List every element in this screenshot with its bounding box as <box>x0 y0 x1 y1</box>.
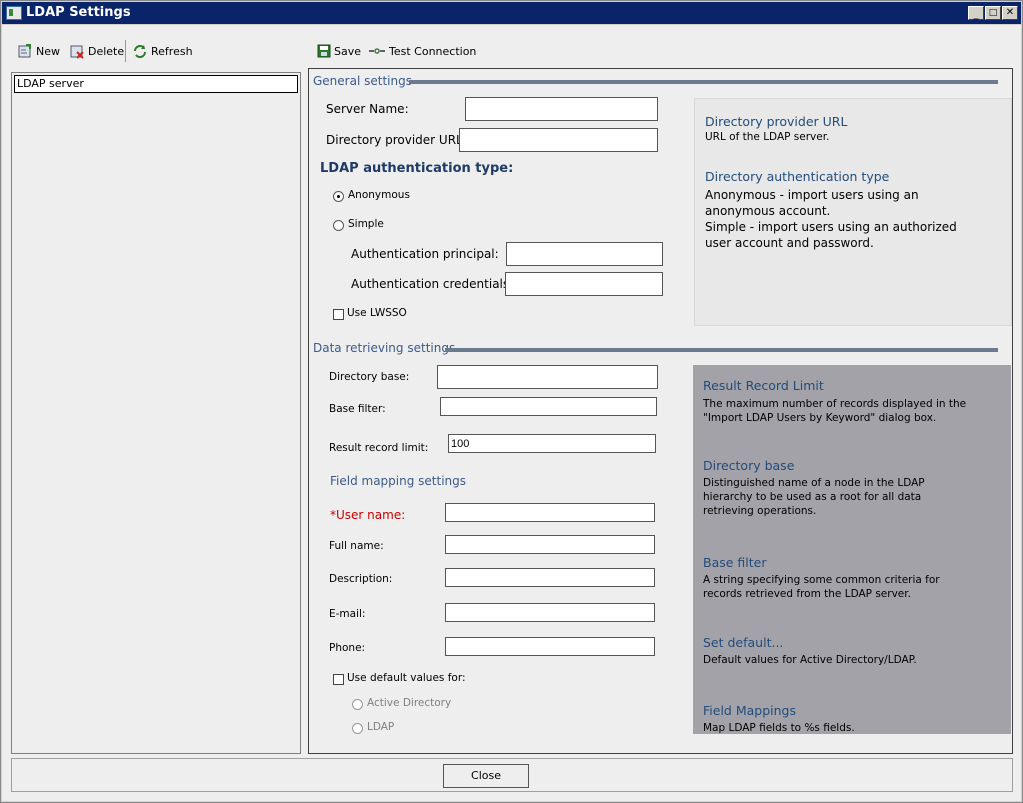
help-filter-title: Base filter <box>703 555 767 570</box>
delete-button-label: Delete <box>88 44 125 58</box>
user-name-input[interactable] <box>445 503 655 522</box>
connection-icon <box>369 48 385 54</box>
test-connection-label: Test Connection <box>389 44 477 58</box>
settings-toolbar: Save Test Connection <box>309 35 1013 67</box>
anonymous-label: Anonymous <box>348 189 410 201</box>
refresh-icon <box>134 45 146 58</box>
help-base-text: Distinguished name of a node in the LDAP… <box>703 477 925 517</box>
use-defaults-checkbox[interactable] <box>333 674 344 685</box>
save-icon <box>317 44 331 58</box>
active-directory-radio[interactable] <box>352 699 363 710</box>
phone-label: Phone: <box>329 642 366 654</box>
help-default-title: Set default... <box>703 635 784 650</box>
ldap-label: LDAP <box>367 721 395 733</box>
dialog-footer: Close <box>11 758 1013 792</box>
dialog-content: New Delete Refresh Save Test Connection <box>2 25 1021 801</box>
toolbar-separator <box>125 40 126 62</box>
minimize-button[interactable]: _ <box>968 6 984 20</box>
record-limit-input[interactable] <box>448 434 656 453</box>
section-divider <box>445 348 998 352</box>
user-name-label: *User name: <box>330 508 406 522</box>
server-name-input[interactable] <box>465 97 658 121</box>
auth-principal-label: Authentication principal: <box>351 247 499 261</box>
help-limit-title: Result Record Limit <box>703 378 824 393</box>
email-input[interactable] <box>445 603 655 622</box>
base-filter-input[interactable] <box>440 397 657 416</box>
settings-panel: General settings Server Name: Directory … <box>308 68 1013 754</box>
provider-url-input[interactable] <box>459 128 658 152</box>
active-directory-label: Active Directory <box>367 697 452 709</box>
use-lwsso-checkbox[interactable] <box>333 309 344 320</box>
field-mapping-heading: Field mapping settings <box>330 474 467 488</box>
window-title: LDAP Settings <box>26 5 131 20</box>
help-url-text: URL of the LDAP server. <box>705 131 830 143</box>
new-button[interactable]: New <box>17 42 60 60</box>
data-retrieving-title: Data retrieving settings <box>313 341 456 355</box>
email-label: E-mail: <box>329 608 366 620</box>
use-lwsso-label: Use LWSSO <box>347 307 407 319</box>
help-auth-text-simple: Simple - import users using an authorize… <box>705 220 957 250</box>
maximize-button[interactable]: □ <box>985 6 1001 20</box>
server-name-label: Server Name: <box>326 102 409 116</box>
save-button[interactable]: Save <box>317 42 361 60</box>
auth-credentials-label: Authentication credentials: <box>351 277 514 291</box>
description-input[interactable] <box>445 568 655 587</box>
auth-credentials-input[interactable] <box>505 272 663 296</box>
help-url-title: Directory provider URL <box>705 114 848 129</box>
save-button-label: Save <box>334 44 362 58</box>
delete-server-icon <box>70 45 84 59</box>
close-window-button[interactable]: ✕ <box>1002 6 1018 20</box>
help-auth-text-anonymous: Anonymous - import users using an anonym… <box>705 188 919 218</box>
help-mappings-text: Map LDAP fields to %s fields. <box>703 722 855 734</box>
test-connection-button[interactable]: Test Connection <box>368 42 476 60</box>
full-name-input[interactable] <box>445 535 655 554</box>
general-help-panel: Directory provider URL URL of the LDAP s… <box>694 98 1012 326</box>
directory-base-input[interactable] <box>437 365 658 389</box>
directory-base-label: Directory base: <box>329 371 410 383</box>
refresh-button-label: Refresh <box>151 44 193 58</box>
help-auth-title: Directory authentication type <box>705 169 890 184</box>
provider-url-label: Directory provider URL: <box>326 133 467 147</box>
base-filter-label: Base filter: <box>329 403 386 415</box>
auth-principal-input[interactable] <box>506 242 663 266</box>
help-base-title: Directory base <box>703 458 795 473</box>
simple-radio[interactable] <box>333 220 344 231</box>
refresh-button[interactable]: Refresh <box>132 42 193 60</box>
server-list-item[interactable]: LDAP server <box>14 75 298 93</box>
use-defaults-label: Use default values for: <box>347 672 466 684</box>
phone-input[interactable] <box>445 637 655 656</box>
ldap-settings-window: LDAP Settings _ □ ✕ New Delete Refresh S… <box>0 0 1023 803</box>
help-filter-text: A string specifying some common criteria… <box>703 574 940 600</box>
anonymous-radio[interactable] <box>333 191 344 202</box>
retrieving-help-panel: Result Record Limit The maximum number o… <box>693 365 1011 734</box>
server-list[interactable]: LDAP server <box>11 72 301 754</box>
close-button[interactable]: Close <box>443 764 529 788</box>
section-divider <box>409 80 998 84</box>
new-server-icon <box>18 44 31 58</box>
title-bar[interactable]: LDAP Settings _ □ ✕ <box>2 2 1021 24</box>
delete-button[interactable]: Delete <box>69 42 124 60</box>
help-default-text: Default values for Active Directory/LDAP… <box>703 654 917 666</box>
ldap-radio[interactable] <box>352 723 363 734</box>
app-icon <box>6 6 22 20</box>
description-label: Description: <box>329 573 393 585</box>
new-button-label: New <box>36 44 60 58</box>
auth-type-heading: LDAP authentication type: <box>320 161 514 176</box>
server-list-toolbar: New Delete Refresh <box>11 35 301 67</box>
general-settings-title: General settings <box>313 74 412 88</box>
record-limit-label: Result record limit: <box>329 442 429 454</box>
help-mappings-title: Field Mappings <box>703 703 796 718</box>
simple-label: Simple <box>348 218 384 230</box>
full-name-label: Full name: <box>329 540 384 552</box>
help-limit-text: The maximum number of records displayed … <box>703 398 967 424</box>
